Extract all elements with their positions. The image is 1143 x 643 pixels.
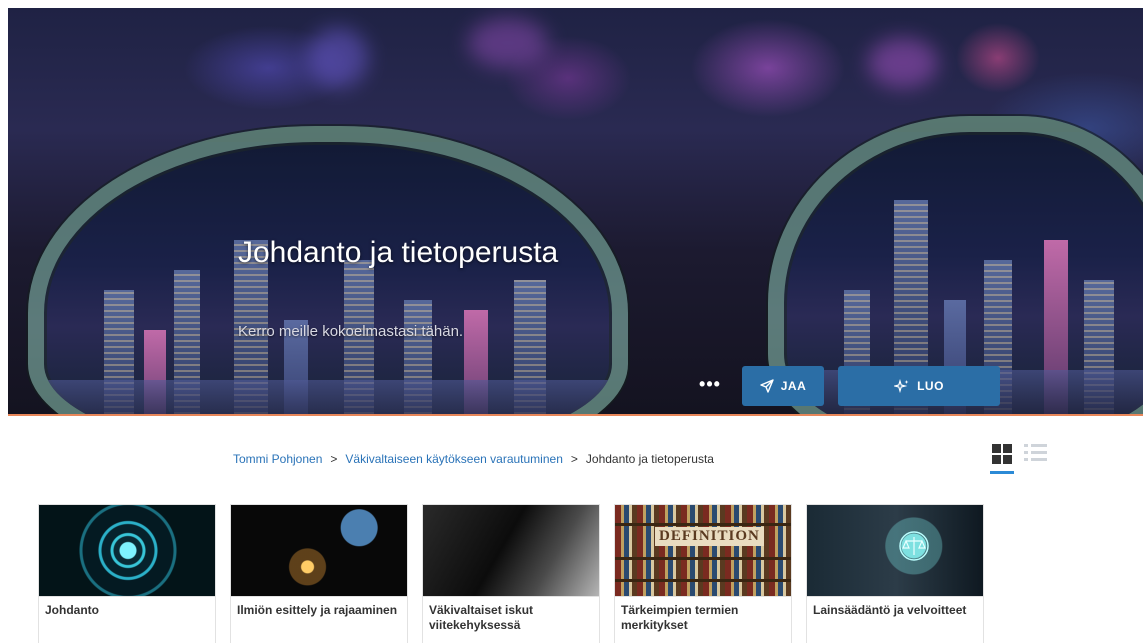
- definition-books-image: DEFINITION: [615, 505, 791, 596]
- bokeh-light: [868, 38, 938, 88]
- chevron-right-icon: >: [570, 452, 578, 466]
- list-view-button[interactable]: [1024, 444, 1048, 464]
- card-ilmion-esittely[interactable]: Ilmiön esittely ja rajaaminen: [230, 504, 408, 643]
- create-button-label: LUO: [917, 379, 944, 393]
- active-view-indicator: [990, 471, 1014, 474]
- tech-circle-image: [39, 505, 215, 596]
- bokeh-light: [308, 28, 368, 88]
- collection-title[interactable]: Johdanto ja tietoperusta: [238, 236, 558, 270]
- view-toggle: [990, 444, 1048, 474]
- silhouette-knife-image: [423, 505, 599, 596]
- collection-cards: Johdanto Ilmiön esittely ja rajaaminen V…: [38, 504, 984, 643]
- lighter-globe-image: [231, 505, 407, 596]
- share-button-label: JAA: [780, 379, 807, 393]
- bokeh-light: [468, 18, 548, 68]
- breadcrumb-item-course[interactable]: Väkivaltaiseen käytökseen varautuminen: [345, 452, 562, 466]
- card-lainsaadanto[interactable]: Lainsäädäntö ja velvoitteet: [806, 504, 984, 643]
- breadcrumb: Tommi Pohjonen > Väkivaltaiseen käytökse…: [233, 452, 714, 466]
- water-reflection: [44, 380, 612, 414]
- breadcrumb-item-current: Johdanto ja tietoperusta: [585, 452, 714, 466]
- collection-hero: Johdanto ja tietoperusta Kerro meille ko…: [8, 8, 1143, 414]
- hero-divider: [8, 414, 1143, 416]
- card-title: Väkivaltaiset iskut viitekehyksessä: [423, 596, 599, 633]
- collection-description[interactable]: Kerro meille kokoelmastasi tähän.: [238, 323, 463, 340]
- left-lens-cityscape: [28, 126, 628, 414]
- definition-sign: DEFINITION: [655, 527, 764, 546]
- card-title: Tärkeimpien termien merkitykset: [615, 596, 791, 633]
- card-title: Lainsäädäntö ja velvoitteet: [807, 596, 983, 618]
- more-options-button[interactable]: •••: [690, 370, 730, 398]
- grid-view-icon: [992, 444, 1012, 464]
- create-button[interactable]: LUO: [838, 366, 1000, 406]
- sparkle-icon: [894, 379, 910, 393]
- breadcrumb-item-user[interactable]: Tommi Pohjonen: [233, 452, 322, 466]
- card-title: Ilmiön esittely ja rajaaminen: [231, 596, 407, 618]
- card-vakivaltaiset-iskut[interactable]: Väkivaltaiset iskut viitekehyksessä: [422, 504, 600, 643]
- paper-plane-icon: [760, 379, 774, 393]
- card-johdanto[interactable]: Johdanto: [38, 504, 216, 643]
- share-button[interactable]: JAA: [742, 366, 824, 406]
- grid-view-button[interactable]: [990, 444, 1014, 474]
- card-title: Johdanto: [39, 596, 215, 618]
- card-termien-merkitykset[interactable]: DEFINITION Tärkeimpien termien merkityks…: [614, 504, 792, 643]
- list-view-icon: [1024, 444, 1048, 447]
- chevron-right-icon: >: [330, 452, 338, 466]
- scales-of-justice-image: [807, 505, 983, 596]
